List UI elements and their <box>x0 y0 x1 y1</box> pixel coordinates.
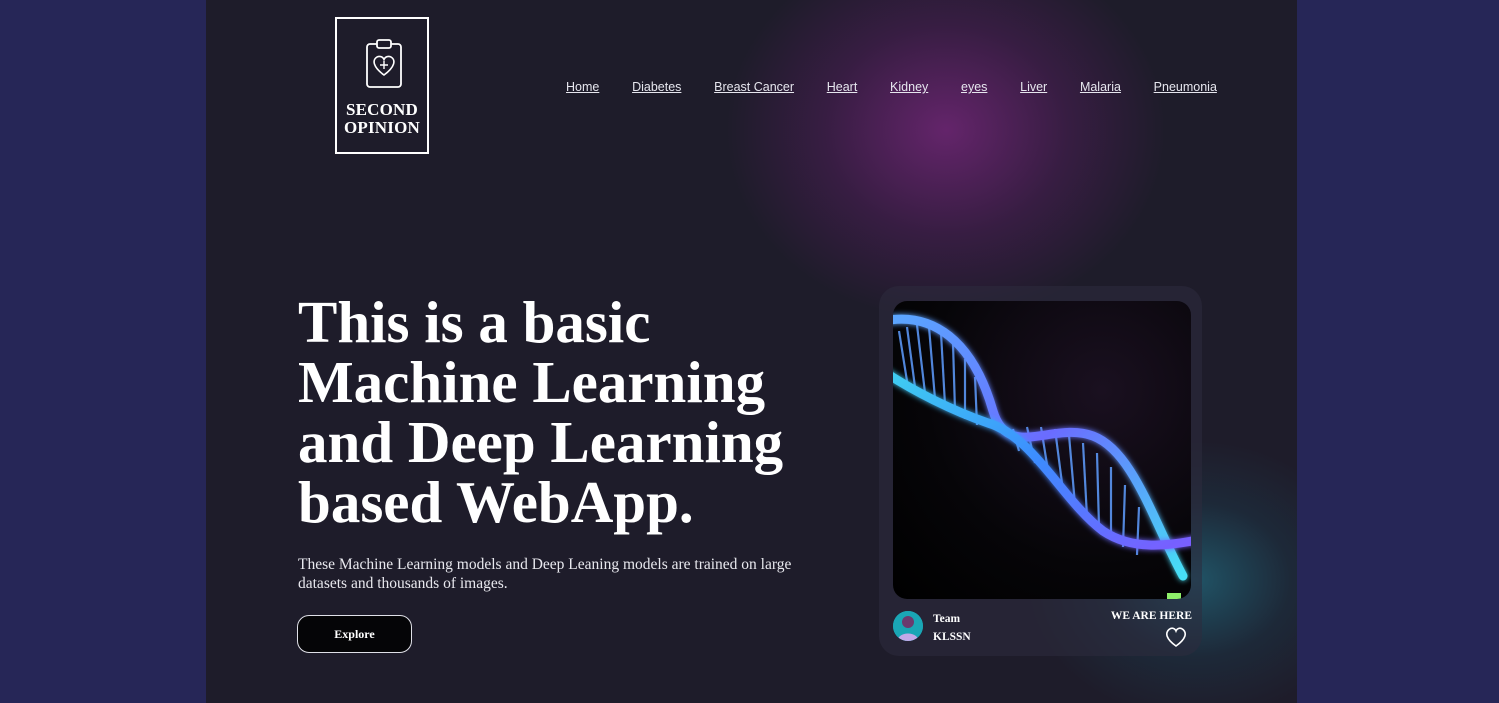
logo-line-1: SECOND <box>345 100 419 119</box>
dna-helix-image <box>893 301 1191 599</box>
explore-button[interactable]: Explore <box>297 615 412 653</box>
team-avatar[interactable] <box>893 611 923 641</box>
team-card: Team KLSSN WE ARE HERE <box>879 286 1202 656</box>
clipboard-heart-icon <box>366 39 402 88</box>
team-name: KLSSN <box>933 631 971 643</box>
nav-link-liver[interactable]: Liver <box>1020 80 1047 94</box>
main-nav: Home Diabetes Breast Cancer Heart Kidney… <box>566 80 1217 94</box>
site-logo[interactable]: SECOND OPINION <box>335 17 429 154</box>
nav-link-eyes[interactable]: eyes <box>961 80 987 94</box>
heart-outline-icon[interactable] <box>1164 626 1188 648</box>
page-container: SECOND OPINION Home Diabetes Breast Canc… <box>206 0 1297 703</box>
dna-helix-illustration <box>893 314 1191 599</box>
nav-link-pneumonia[interactable]: Pneumonia <box>1154 80 1217 94</box>
nav-link-home[interactable]: Home <box>566 80 599 94</box>
logo-line-2: OPINION <box>343 118 421 137</box>
hero-subtitle: These Machine Learning models and Deep L… <box>298 556 792 592</box>
logo-wordmark: SECOND OPINION <box>337 101 427 137</box>
purple-glow-decoration <box>726 0 1166 320</box>
nav-link-breast-cancer[interactable]: Breast Cancer <box>714 80 794 94</box>
hero-title: This is a basic Machine Learning and Dee… <box>298 289 784 535</box>
team-info: Team KLSSN <box>933 610 971 646</box>
avatar-person-icon <box>893 611 923 641</box>
nav-link-malaria[interactable]: Malaria <box>1080 80 1121 94</box>
nav-link-diabetes[interactable]: Diabetes <box>632 80 681 94</box>
we-are-here-label: WE ARE HERE <box>1110 610 1192 622</box>
nav-link-heart[interactable]: Heart <box>827 80 858 94</box>
nav-link-kidney[interactable]: Kidney <box>890 80 928 94</box>
team-label: Team <box>933 613 961 625</box>
